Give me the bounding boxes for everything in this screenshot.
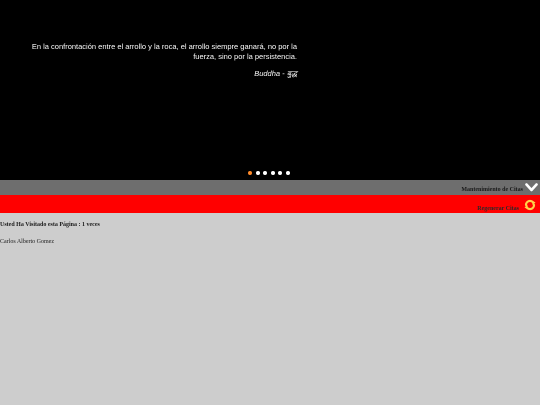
slider-pagination — [248, 171, 293, 177]
refresh-icon[interactable] — [524, 199, 536, 211]
slider-dot-3[interactable] — [263, 171, 267, 175]
quote-author: Buddha - बुद्ध — [254, 69, 297, 78]
slider-dot-6[interactable] — [285, 171, 290, 175]
author-name: Carlos Alberto Gomez — [0, 239, 54, 245]
slider-dot-2[interactable] — [255, 171, 260, 175]
slider-dot-1[interactable] — [248, 171, 252, 175]
quote-slider: En la confrontación entre el arrollo y l… — [0, 0, 540, 180]
quote-text: En la confrontación entre el arrollo y l… — [31, 42, 297, 61]
regenerate-bar: Regenerar Citas — [0, 195, 540, 213]
maintenance-bar: Mantenimiento de Citas — [0, 180, 540, 195]
chevron-down-icon[interactable] — [525, 182, 538, 193]
visit-counter: Usted Ha Visitado esta Página : 1 veces — [0, 222, 100, 228]
regenerate-link[interactable]: Regenerar Citas — [477, 206, 519, 212]
maintenance-link[interactable]: Mantenimiento de Citas — [461, 187, 523, 193]
slider-dot-5[interactable] — [278, 171, 282, 175]
slider-dot-4[interactable] — [270, 171, 275, 175]
